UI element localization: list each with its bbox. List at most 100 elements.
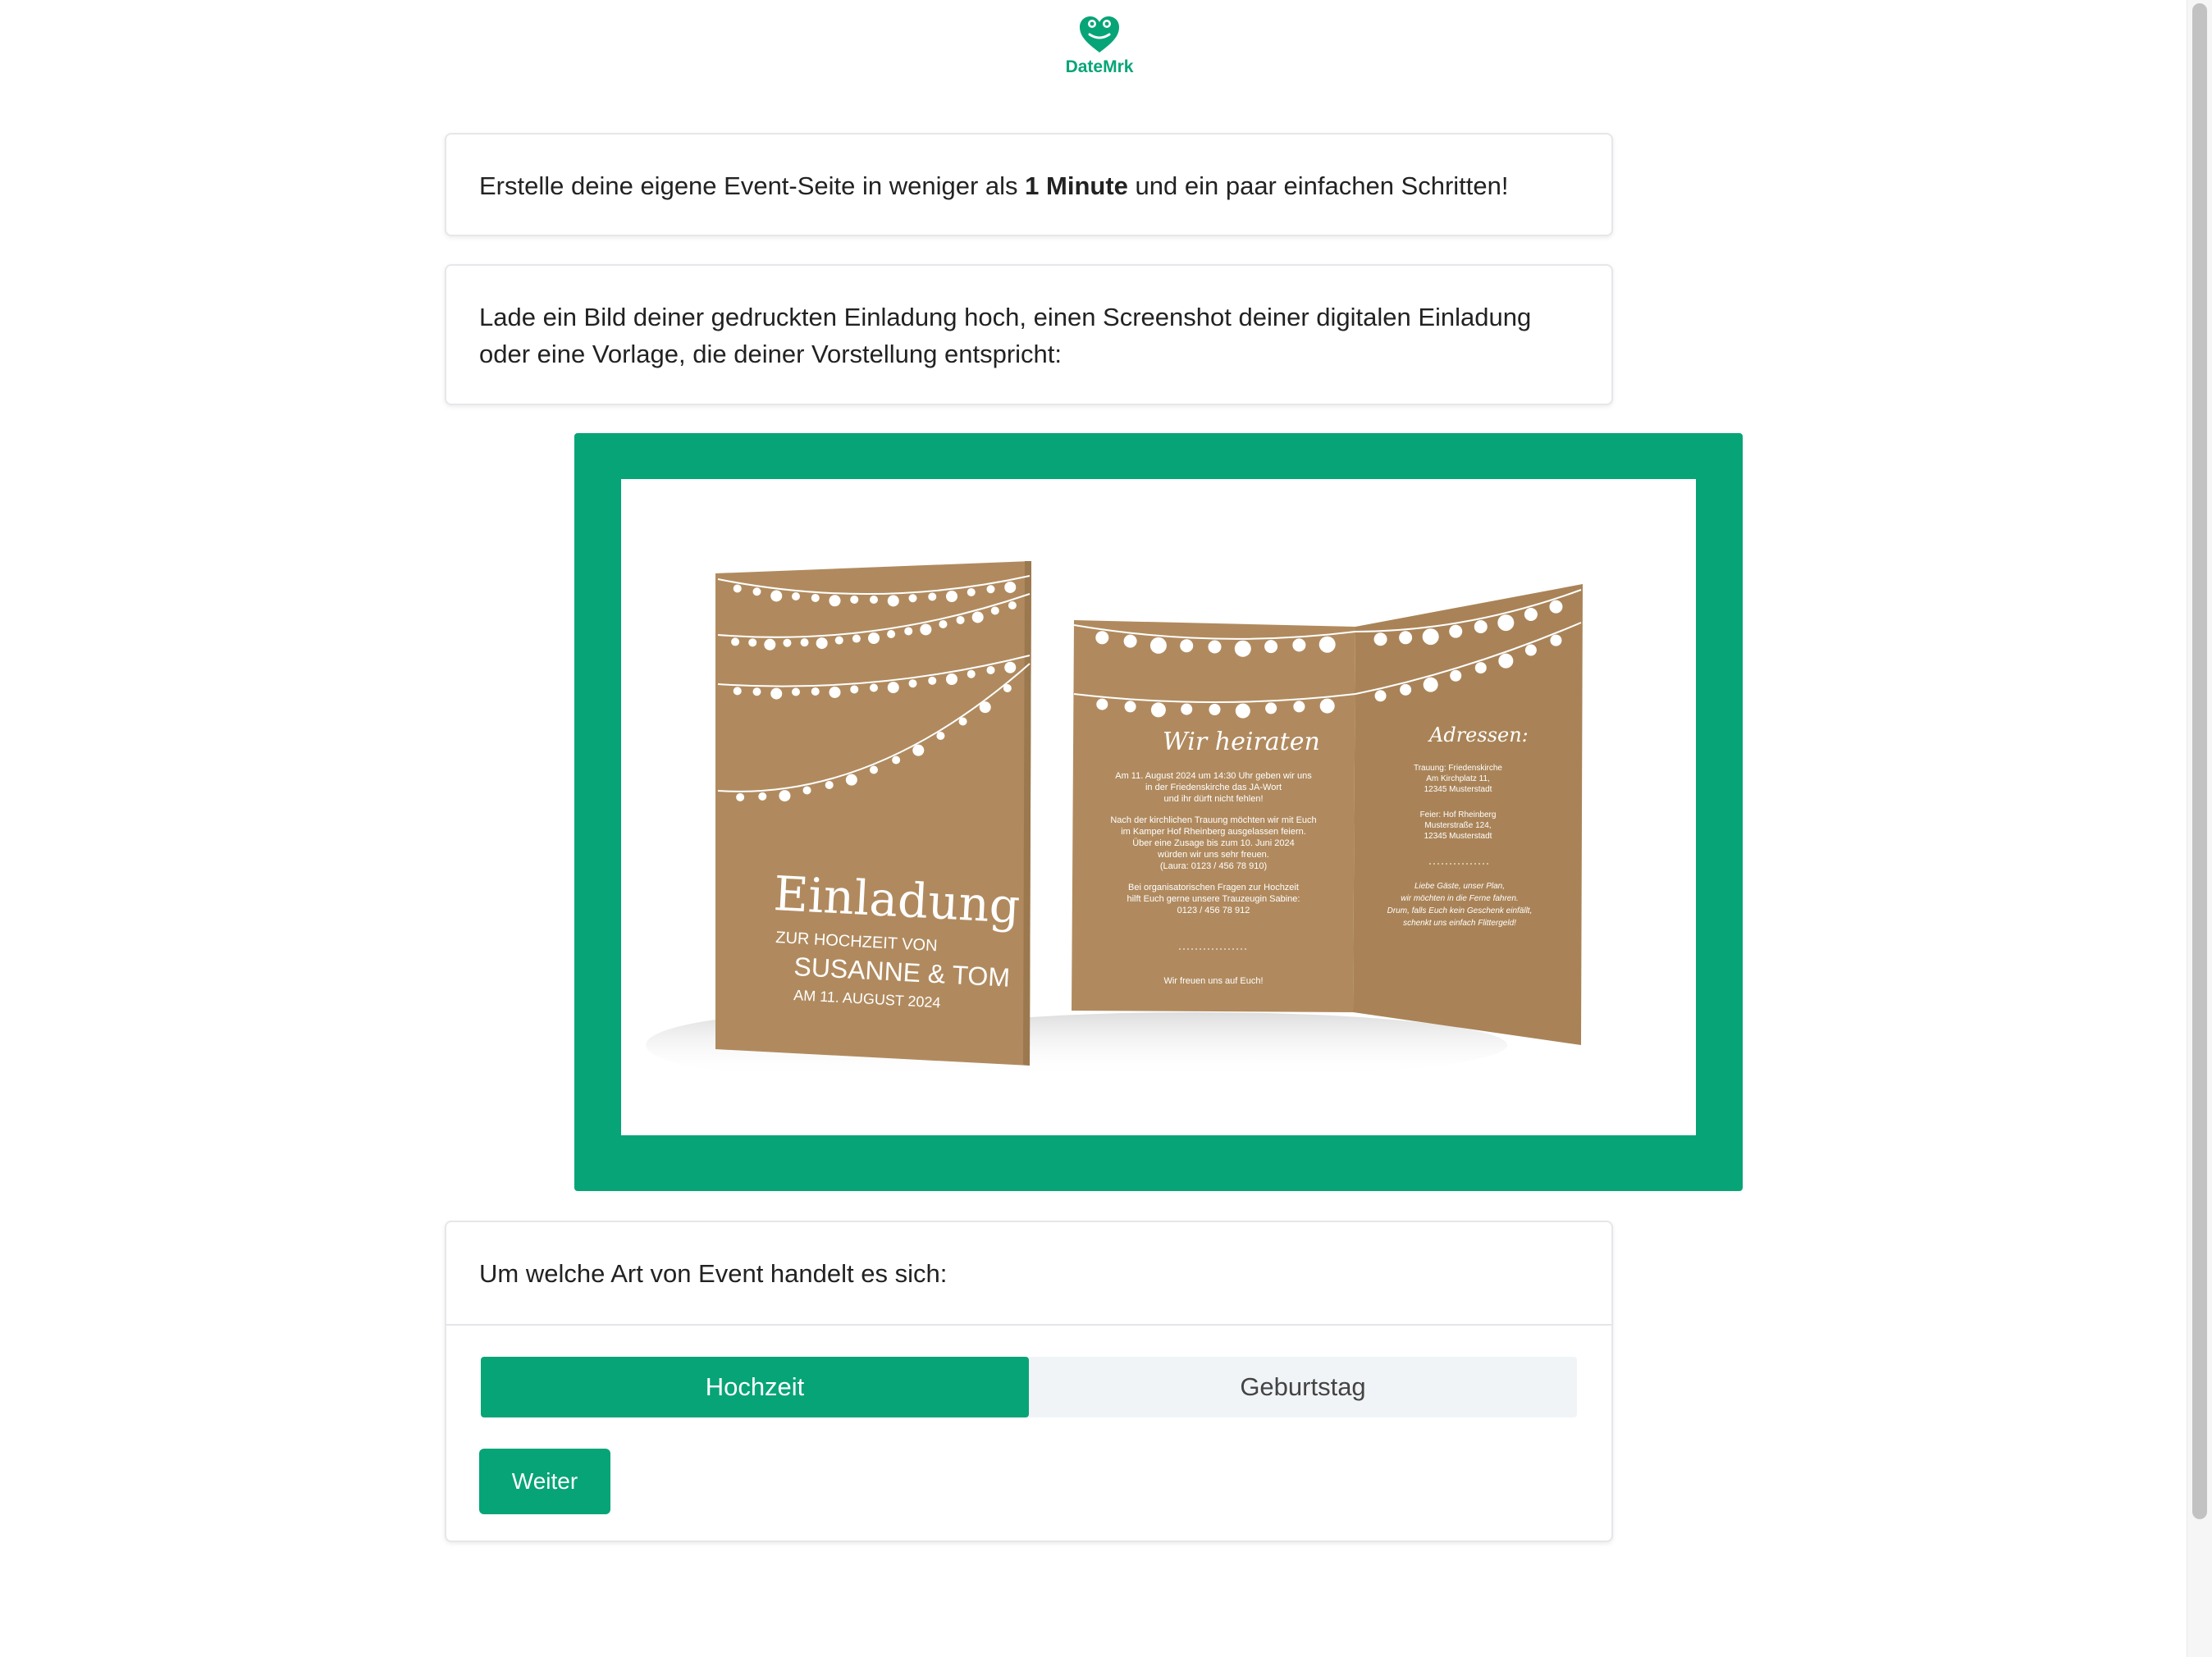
light-bulb — [939, 619, 948, 628]
light-bulb — [1292, 638, 1306, 652]
event-type-option-geburtstag[interactable]: Geburtstag — [1029, 1357, 1577, 1417]
light-bulb — [870, 765, 878, 774]
inside-text-line: im Kamper Hof Rheinberg ausgelassen feie… — [1121, 827, 1306, 837]
address-line: 12345 Musterstadt — [1424, 832, 1492, 841]
light-bulb — [800, 638, 809, 647]
light-bulb — [825, 780, 834, 789]
light-bulb — [770, 590, 783, 602]
light-bulb — [912, 744, 925, 756]
intro-text: Erstelle deine eigene Event-Seite in wen… — [479, 171, 1509, 200]
light-bulb — [1373, 632, 1387, 646]
light-bulb — [1181, 703, 1193, 715]
light-bulb — [758, 792, 767, 801]
upload-prompt-card: Lade ein Bild deiner gedruckten Einladun… — [445, 264, 1613, 405]
light-bulb — [956, 615, 965, 624]
event-type-option-hochzeit[interactable]: Hochzeit — [481, 1357, 1029, 1417]
light-bulb — [958, 717, 967, 726]
light-bulb — [733, 584, 742, 593]
light-bulb — [1549, 600, 1563, 614]
scrollbar-thumb[interactable] — [2192, 3, 2207, 1519]
address-line: Feier: Hof Rheinberg — [1420, 810, 1497, 819]
brand-name: DateMrk — [1065, 57, 1134, 76]
brand-logo[interactable]: DateMrk — [1046, 15, 1153, 89]
address-line: 12345 Musterstadt — [1424, 785, 1492, 794]
guest-note-line: wir möchten in die Ferne fahren. — [1401, 894, 1518, 903]
light-bulb — [1235, 703, 1250, 719]
light-bulb — [802, 786, 811, 795]
inside-text-line: hilft Euch gerne unsere Trauzeugin Sabin… — [1127, 894, 1300, 904]
light-bulb — [1123, 634, 1137, 648]
light-bulb — [946, 673, 957, 685]
light-bulb — [779, 790, 791, 802]
light-bulb — [1400, 683, 1412, 696]
light-bulb — [936, 732, 945, 741]
light-bulb — [850, 595, 859, 604]
image-upload-dropzone[interactable]: Einladung ZUR HOCHZEIT VON SUSANNE & TOM… — [574, 433, 1743, 1191]
inside-text-line: Nach der kirchlichen Trauung möchten wir… — [1110, 815, 1316, 825]
next-button[interactable]: Weiter — [479, 1449, 610, 1514]
light-bulb — [892, 755, 901, 765]
light-bulb — [783, 638, 792, 647]
invitation-preview: Einladung ZUR HOCHZEIT VON SUSANNE & TOM… — [621, 479, 1696, 1135]
scrollbar[interactable] — [2187, 0, 2212, 1657]
light-bulb — [748, 638, 757, 647]
light-bulb — [1208, 640, 1222, 654]
light-bulb — [908, 679, 917, 688]
light-bulb — [887, 682, 899, 694]
inside-text-line: 0123 / 456 78 912 — [1177, 906, 1250, 915]
light-bulb — [1498, 653, 1514, 669]
light-bulb — [752, 687, 761, 696]
light-bulb — [887, 595, 899, 607]
inside-heading: Wir heiraten — [1163, 728, 1320, 756]
light-bulb — [852, 634, 861, 643]
intro-card: Erstelle deine eigene Event-Seite in wen… — [445, 133, 1613, 236]
light-bulb — [979, 701, 991, 714]
light-bulb — [1004, 581, 1017, 593]
event-type-card: Um welche Art von Event handelt es sich:… — [445, 1221, 1613, 1542]
guest-note-line: schenkt uns einfach Flittergeld! — [1403, 919, 1516, 928]
light-bulb — [829, 595, 841, 607]
light-bulb — [868, 632, 880, 644]
inside-closing: Wir freuen uns auf Euch! — [1163, 976, 1263, 986]
light-bulb — [1293, 701, 1305, 713]
light-bulb — [1150, 702, 1166, 718]
inside-text-line: Bei organisatorischen Fragen zur Hochzei… — [1128, 883, 1299, 892]
light-bulb — [1149, 637, 1167, 654]
light-bulb — [752, 587, 761, 596]
light-bulb — [845, 774, 857, 786]
light-bulb — [1423, 677, 1438, 692]
event-type-question: Um welche Art von Event handelt es sich: — [479, 1259, 948, 1288]
light-bulb — [1524, 607, 1538, 621]
inside-text-line: (Laura: 0123 / 456 78 910) — [1160, 861, 1267, 871]
light-bulb — [990, 606, 999, 615]
light-bulb — [764, 638, 776, 650]
light-bulb — [1550, 634, 1562, 646]
light-bulb — [1449, 624, 1463, 638]
event-type-selector: Hochzeit Geburtstag — [481, 1357, 1577, 1417]
address-line: Trauung: Friedenskirche — [1414, 764, 1502, 773]
light-bulb — [1095, 631, 1109, 645]
light-bulb — [1422, 628, 1439, 646]
intro-highlight: 1 Minute — [1025, 171, 1128, 200]
divider — [446, 1324, 1611, 1326]
light-bulb — [971, 611, 984, 623]
light-bulb — [946, 591, 957, 602]
light-bulb — [1003, 684, 1012, 693]
light-bulb — [1474, 620, 1488, 634]
upload-prompt-text: Lade ein Bild deiner gedruckten Einladun… — [479, 303, 1532, 368]
light-bulb — [1374, 690, 1387, 702]
light-bulb — [816, 637, 828, 650]
light-bulb — [1096, 698, 1108, 710]
light-bulb — [736, 792, 745, 801]
light-bulb — [967, 587, 976, 596]
light-bulb — [1497, 614, 1515, 632]
light-bulb — [928, 676, 937, 685]
light-bulb — [986, 665, 995, 674]
inside-text-line: würden wir uns sehr freuen. — [1157, 850, 1269, 860]
light-bulb — [1474, 662, 1487, 674]
guest-note-line: Drum, falls Euch kein Geschenk einfällt, — [1387, 906, 1533, 915]
light-bulb — [904, 627, 913, 636]
inside-text-line: in der Friedenskirche das JA-Wort — [1145, 783, 1282, 792]
light-bulb — [870, 683, 878, 692]
heart-frog-icon — [1080, 16, 1119, 52]
